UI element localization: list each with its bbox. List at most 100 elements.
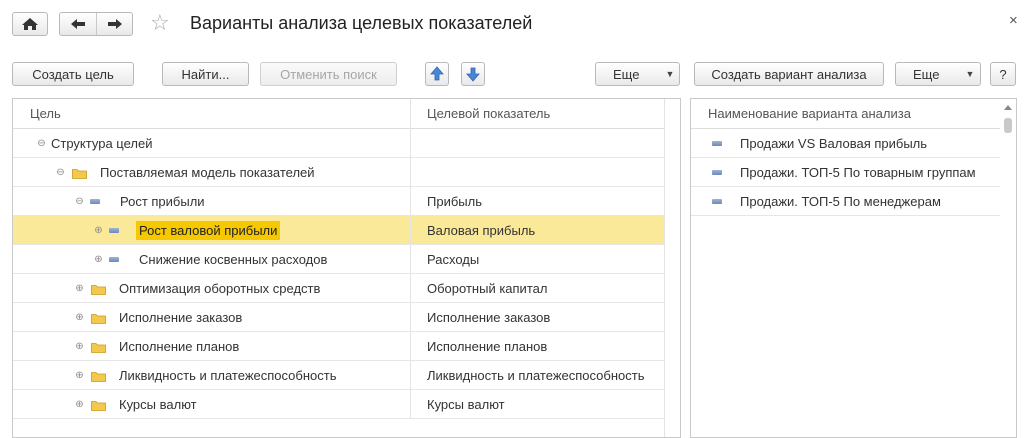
tree-row[interactable]: ⊕ Ликвидность и платежеспособность Ликвидн…: [13, 361, 664, 390]
analysis-variants-table: Наименование варианта анализа Продажи VS…: [690, 98, 1017, 438]
variant-name: Продажи VS Валовая прибыль: [740, 135, 928, 151]
goal-name-cell: Рост прибыли: [120, 187, 205, 215]
more-label: Еще: [613, 66, 640, 82]
create-variant-button[interactable]: Создать вариант анализа: [694, 62, 884, 86]
variant-item-icon: [712, 199, 722, 204]
variant-item-icon: [712, 141, 722, 146]
tree-row[interactable]: ⊕ Рост валовой прибыли Валовая прибыль: [13, 216, 664, 245]
collapse-icon[interactable]: ⊖: [56, 167, 65, 177]
goal-name-cell: Исполнение планов: [119, 332, 239, 360]
goal-name: Исполнение заказов: [119, 309, 243, 325]
cancel-search-button[interactable]: Отменить поиск: [260, 62, 397, 86]
goal-name: Ликвидность и платежеспособность: [119, 367, 337, 383]
folder-icon: [91, 399, 106, 411]
expand-icon[interactable]: ⊕: [75, 312, 84, 322]
folder-icon: [91, 312, 106, 324]
tree-row[interactable]: ⊖ Рост прибыли Прибыль: [13, 187, 664, 216]
goal-name: Снижение косвенных расходов: [139, 251, 328, 267]
folder-icon: [91, 341, 106, 353]
goal-name: Исполнение планов: [119, 338, 240, 354]
goal-name-cell: Снижение косвенных расходов: [139, 245, 327, 273]
indicator-cell: Прибыль: [427, 193, 482, 209]
expand-icon[interactable]: ⊕: [75, 341, 84, 351]
tree-row[interactable]: ⊖ Структура целей: [13, 129, 664, 158]
folder-icon: [91, 370, 106, 382]
move-up-button[interactable]: [425, 62, 449, 86]
arrow-down-icon: [466, 67, 480, 82]
goal-name-cell: Ликвидность и платежеспособность: [119, 361, 336, 389]
variant-row[interactable]: Продажи VS Валовая прибыль: [691, 129, 1000, 158]
column-header-goal[interactable]: Цель: [30, 106, 61, 121]
variant-name: Продажи. ТОП-5 По товарным группам: [740, 164, 976, 180]
expand-icon[interactable]: ⊕: [94, 225, 103, 235]
table-header: Цель Целевой показатель: [13, 99, 680, 129]
find-button[interactable]: Найти...: [162, 62, 249, 86]
collapse-icon[interactable]: ⊖: [37, 138, 46, 148]
arrow-left-icon: [71, 19, 85, 29]
expand-icon[interactable]: ⊕: [75, 399, 84, 409]
indicator-cell: Ликвидность и платежеспособность: [427, 367, 645, 383]
goal-name: Рост прибыли: [120, 193, 205, 209]
variant-name: Продажи. ТОП-5 По менеджерам: [740, 193, 941, 209]
goal-name: Поставляемая модель показателей: [100, 164, 315, 180]
home-button[interactable]: [12, 12, 48, 36]
indicator-cell: Исполнение планов: [427, 338, 548, 354]
column-header-variant-name[interactable]: Наименование варианта анализа: [708, 106, 911, 121]
goal-name: Рост валовой прибыли: [136, 220, 281, 240]
more-label: Еще: [913, 66, 940, 82]
indicator-cell: Исполнение заказов: [427, 309, 551, 325]
more-menu-button-right[interactable]: Еще ▼: [895, 62, 981, 86]
close-icon[interactable]: ×: [1009, 12, 1018, 29]
caret-down-icon: ▼: [965, 69, 975, 79]
tree-row[interactable]: ⊕ Курсы валют Курсы валют: [13, 390, 664, 419]
indicator-item-icon: [90, 199, 100, 204]
forward-button[interactable]: [97, 13, 133, 35]
help-button[interactable]: ?: [990, 62, 1016, 86]
back-forward-group: [59, 12, 133, 36]
vertical-scrollbar[interactable]: [1000, 99, 1016, 437]
collapse-icon[interactable]: ⊖: [75, 196, 84, 206]
vertical-scrollbar[interactable]: [664, 99, 680, 437]
tree-row[interactable]: ⊕ Исполнение планов Исполнение планов: [13, 332, 664, 361]
indicator-cell: Расходы: [427, 251, 480, 267]
indicator-cell: Курсы валют: [427, 396, 505, 412]
table-header: Наименование варианта анализа: [691, 99, 1016, 129]
scrollbar-thumb[interactable]: [1004, 118, 1012, 133]
page-title: Варианты анализа целевых показателей: [190, 13, 533, 33]
goal-name-cell: Оптимизация оборотных средств: [119, 274, 320, 302]
column-header-indicator[interactable]: Целевой показатель: [427, 106, 550, 121]
indicator-cell: Оборотный капитал: [427, 280, 548, 296]
caret-down-icon: ▼: [665, 69, 675, 79]
goal-name: Структура целей: [51, 135, 153, 151]
goal-name: Курсы валют: [119, 396, 197, 412]
variant-row[interactable]: Продажи. ТОП-5 По товарным группам: [691, 158, 1000, 187]
goal-name-cell: Курсы валют: [119, 390, 197, 418]
variant-row[interactable]: Продажи. ТОП-5 По менеджерам: [691, 187, 1000, 216]
expand-icon[interactable]: ⊕: [75, 283, 84, 293]
tree-row[interactable]: ⊖ Поставляемая модель показателей: [13, 158, 664, 187]
arrow-up-icon: [430, 66, 444, 81]
home-icon: [22, 18, 38, 30]
indicator-item-icon: [109, 257, 119, 262]
goal-name-cell: Рост валовой прибыли: [136, 216, 281, 244]
tree-row[interactable]: ⊕ Снижение косвенных расходов Расходы: [13, 245, 664, 274]
expand-icon[interactable]: ⊕: [94, 254, 103, 264]
create-goal-button[interactable]: Создать цель: [12, 62, 134, 86]
more-menu-button-left[interactable]: Еще ▼: [595, 62, 680, 86]
arrow-right-icon: [108, 19, 122, 29]
indicator-item-icon: [109, 228, 119, 233]
goals-tree-table: Цель Целевой показатель ⊖ Структура целей…: [12, 98, 681, 438]
folder-icon: [72, 167, 87, 179]
indicator-cell: Валовая прибыль: [427, 222, 536, 238]
expand-icon[interactable]: ⊕: [75, 370, 84, 380]
move-down-button[interactable]: [461, 62, 485, 86]
tree-row[interactable]: ⊕ Исполнение заказов Исполнение заказов: [13, 303, 664, 332]
scroll-up-arrow[interactable]: [1004, 105, 1012, 110]
goal-name-cell: Структура целей: [51, 129, 152, 157]
folder-icon: [91, 283, 106, 295]
goal-name: Оптимизация оборотных средств: [119, 280, 321, 296]
goal-name-cell: Поставляемая модель показателей: [100, 158, 315, 186]
back-button[interactable]: [60, 13, 97, 35]
tree-row[interactable]: ⊕ Оптимизация оборотных средств Оборотный …: [13, 274, 664, 303]
favorite-star-icon[interactable]: ☆: [150, 12, 170, 34]
